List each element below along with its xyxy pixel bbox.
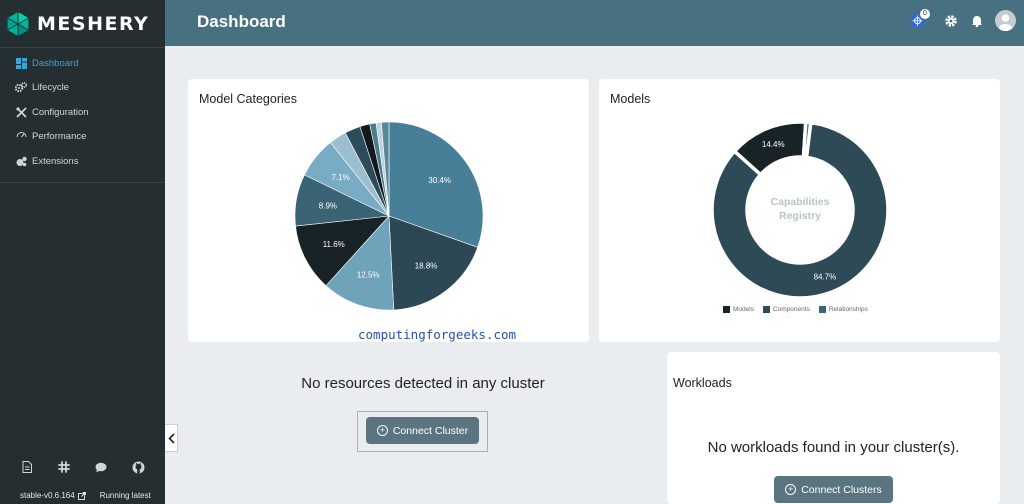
no-resources-message: No resources detected in any cluster: [301, 375, 545, 392]
sidebar-collapse-button[interactable]: [165, 424, 178, 452]
top-header: Dashboard 0: [165, 0, 1024, 46]
pie-slice-label: 7.1%: [331, 173, 349, 182]
chat-icon[interactable]: [94, 460, 108, 474]
donut-center-text-1: Capabilities: [771, 196, 830, 208]
connect-cluster-label: Connect Cluster: [392, 424, 469, 437]
pie-slice-label: 11.6%: [323, 240, 345, 249]
bell-icon: [972, 16, 982, 27]
sidebar-item-dashboard[interactable]: Dashboard: [0, 51, 165, 76]
workloads-title: Workloads: [673, 376, 732, 390]
meshery-logo-icon: [7, 11, 29, 36]
update-status: Running latest: [99, 491, 151, 500]
legend-item-components[interactable]: Components: [762, 306, 810, 313]
notification-count-badge: 0: [919, 7, 931, 20]
model-categories-title: Model Categories: [199, 92, 297, 106]
pie-slice-label: 12.5%: [357, 270, 380, 279]
github-icon[interactable]: [131, 460, 145, 474]
tools-icon: [15, 106, 27, 118]
chevron-left-icon: [167, 432, 175, 444]
connect-cluster-button[interactable]: + Connect Cluster: [366, 417, 479, 444]
notifications-button[interactable]: [969, 13, 985, 29]
models-title: Models: [610, 92, 651, 106]
slack-icon[interactable]: [57, 460, 71, 474]
sidebar-item-label: Performance: [32, 131, 87, 143]
legend-label: Models: [733, 306, 754, 313]
add-circle-icon: +: [785, 484, 797, 495]
sidebar-item-label: Dashboard: [32, 57, 79, 69]
sidebar-nav: Dashboard Lifecycle Configuration Perfor…: [0, 48, 165, 183]
settings-button[interactable]: [943, 13, 959, 29]
sidebar-item-performance[interactable]: Performance: [0, 125, 165, 150]
models-donut-chart: 84.7% 14.4% Capabilities Registry: [710, 120, 890, 300]
gears-icon: [15, 82, 27, 94]
models-card: Models 84.7% 14.4% Capabilities Registry Mo…: [599, 79, 1000, 342]
user-avatar[interactable]: [995, 10, 1016, 31]
version-info: stable-v0.6.164 Running latest: [20, 491, 151, 500]
pie-slice-label: 30.4%: [428, 176, 451, 185]
page-title: Dashboard: [197, 12, 286, 31]
document-icon[interactable]: [20, 460, 34, 474]
model-categories-pie-chart: 30.4% 18.8% 12.5% 11.6% 8.9% 7.1%: [294, 121, 484, 311]
pie-slice-label: 8.9%: [319, 201, 337, 210]
pie-slice-label: 84.7%: [814, 272, 837, 281]
gauge-icon: [15, 131, 27, 143]
sidebar-item-lifecycle[interactable]: Lifecycle: [0, 76, 165, 101]
connect-clusters-button[interactable]: + Connect Clusters: [774, 476, 893, 503]
external-link-icon[interactable]: [77, 491, 86, 500]
legend-label: Components: [772, 306, 810, 313]
sidebar-footer-icons: [0, 460, 165, 474]
add-circle-icon: +: [376, 425, 388, 436]
legend-item-models[interactable]: Models: [723, 306, 754, 313]
sidebar-item-configuration[interactable]: Configuration: [0, 100, 165, 125]
pie-slice-label: 14.4%: [762, 140, 785, 149]
no-workloads-message: No workloads found in your cluster(s).: [707, 439, 960, 456]
sidebar-item-extensions[interactable]: Extensions: [0, 149, 165, 174]
sidebar: MESHERY Dashboard Lifecycle Configuratio…: [0, 0, 165, 504]
donut-center-text-2: Registry: [779, 210, 821, 222]
puzzle-icon: [15, 155, 27, 167]
watermark-text: computingforgeeks.com: [358, 327, 517, 342]
sidebar-item-label: Extensions: [32, 155, 79, 167]
user-icon: [998, 14, 1013, 31]
model-categories-card: Model Categories 30.4% 18.8% 12.5% 11.6% 8.9…: [188, 79, 589, 342]
legend-label: Relationships: [828, 306, 868, 313]
pie-slice-label: 18.8%: [415, 262, 438, 271]
header-actions: 0: [909, 7, 1016, 31]
sidebar-item-label: Lifecycle: [32, 82, 69, 94]
sidebar-item-label: Configuration: [32, 106, 89, 118]
kubernetes-context-button[interactable]: 0: [909, 7, 931, 29]
models-legend: Models Components Relationships: [723, 306, 868, 313]
brand-logo[interactable]: MESHERY: [0, 0, 165, 48]
dashboard-icon: [15, 57, 27, 69]
connect-clusters-label: Connect Clusters: [801, 483, 882, 496]
version-label[interactable]: stable-v0.6.164: [20, 491, 75, 500]
gear-icon: [945, 14, 957, 27]
legend-item-relationships[interactable]: Relationships: [818, 306, 868, 313]
brand-name: MESHERY: [37, 12, 150, 35]
